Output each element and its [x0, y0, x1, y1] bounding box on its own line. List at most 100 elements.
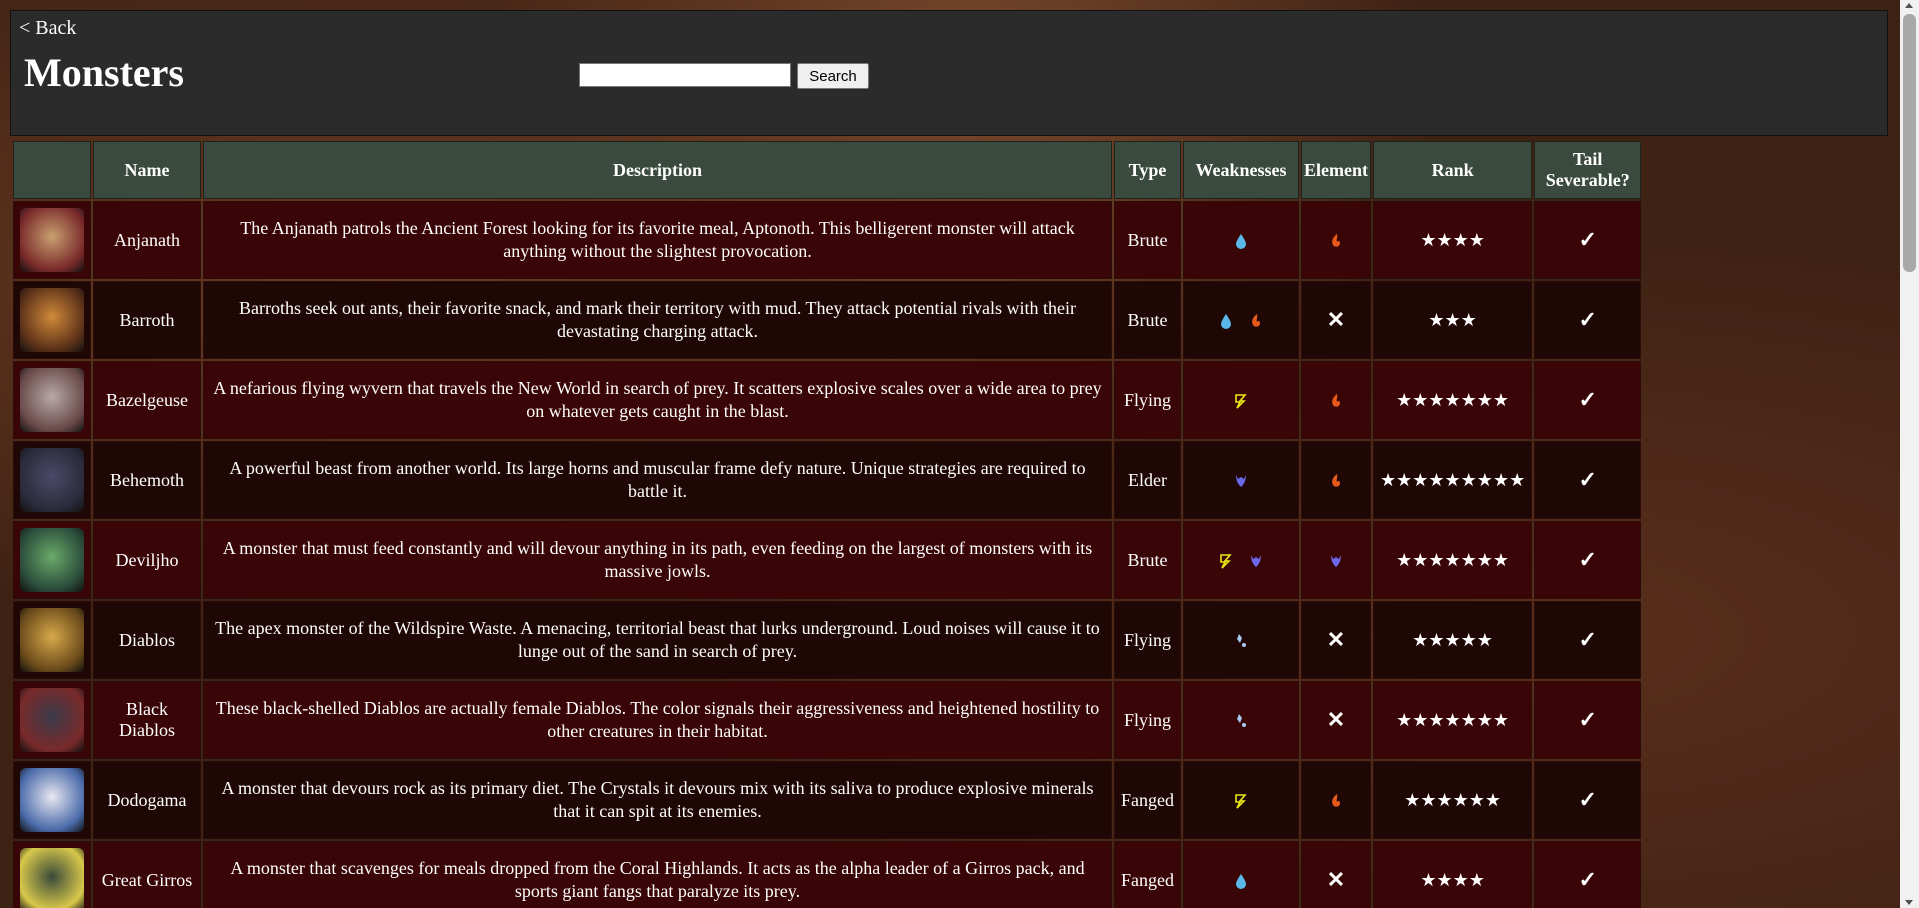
- table-row[interactable]: Diablos The apex monster of the Wildspire…: [13, 601, 1642, 679]
- monster-weaknesses: [1183, 841, 1299, 908]
- monster-rank: ★★★★★★★: [1372, 521, 1533, 599]
- monster-rank: ★★★★: [1372, 201, 1533, 279]
- monster-name: Dodogama: [93, 761, 201, 839]
- table-row[interactable]: Great Girros A monster that scavenges for…: [13, 841, 1642, 908]
- monster-rank: ★★★★★★: [1372, 761, 1533, 839]
- monster-description: The Anjanath patrols the Ancient Forest …: [203, 201, 1112, 279]
- scroll-up-arrow-icon[interactable]: [1905, 3, 1913, 8]
- page: < Back Monsters Search Name Description …: [0, 0, 1900, 908]
- monster-icon-cell: [13, 601, 91, 679]
- scroll-down-arrow-icon[interactable]: [1905, 900, 1913, 905]
- monster-icon-cell: [13, 361, 91, 439]
- monster-type: Flying: [1114, 681, 1181, 759]
- monster-weaknesses: [1183, 681, 1299, 759]
- header-tail: Tail Severable?: [1534, 141, 1642, 199]
- monster-type: Elder: [1114, 441, 1181, 519]
- table-row[interactable]: Anjanath The Anjanath patrols the Ancient…: [13, 201, 1642, 279]
- monster-icon: [20, 848, 84, 908]
- header-rank: Rank: [1372, 141, 1533, 199]
- check-icon: ✓: [1578, 227, 1597, 252]
- check-icon: ✓: [1578, 387, 1597, 412]
- monster-element: ✕: [1301, 841, 1371, 908]
- fire-icon: [1332, 474, 1340, 488]
- monster-name: Deviljho: [93, 521, 201, 599]
- table-row[interactable]: Behemoth A powerful beast from another wo…: [13, 441, 1642, 519]
- table-row[interactable]: Deviljho A monster that must feed constan…: [13, 521, 1642, 599]
- check-icon: ✓: [1578, 307, 1597, 332]
- monster-rank: ★★★★★: [1372, 601, 1533, 679]
- scrollbar[interactable]: [1900, 0, 1919, 908]
- no-element-icon: ✕: [1326, 707, 1346, 732]
- monster-tail-severable: ✓: [1534, 201, 1642, 279]
- check-icon: ✓: [1578, 867, 1597, 892]
- monster-description: Barroths seek out ants, their favorite s…: [203, 281, 1112, 359]
- monster-icon: [20, 368, 84, 432]
- ice-icon: [1237, 714, 1246, 728]
- monster-rank: ★★★★★★★: [1372, 681, 1533, 759]
- no-element-icon: ✕: [1326, 627, 1346, 652]
- monster-name: Bazelgeuse: [93, 361, 201, 439]
- check-icon: ✓: [1578, 707, 1597, 732]
- check-icon: ✓: [1578, 467, 1597, 492]
- monster-rank: ★★★★: [1372, 841, 1533, 908]
- monster-tail-severable: ✓: [1534, 361, 1642, 439]
- monster-description: These black-shelled Diablos are actually…: [203, 681, 1112, 759]
- monster-icon: [20, 768, 84, 832]
- monster-weaknesses: [1183, 281, 1299, 359]
- dragon-icon: [1251, 555, 1261, 568]
- monster-tail-severable: ✓: [1534, 441, 1642, 519]
- thunder-icon: [1235, 394, 1247, 409]
- monster-element: ✕: [1301, 601, 1371, 679]
- monster-weaknesses: [1183, 521, 1299, 599]
- monster-icon-cell: [13, 521, 91, 599]
- monster-icon: [20, 448, 84, 512]
- header-description: Description: [203, 141, 1112, 199]
- monster-name: Behemoth: [93, 441, 201, 519]
- table-row[interactable]: Barroth Barroths seek out ants, their fav…: [13, 281, 1642, 359]
- monster-tail-severable: ✓: [1534, 521, 1642, 599]
- monster-element: ✕: [1301, 281, 1371, 359]
- fire-icon: [1252, 314, 1260, 328]
- fire-icon: [1332, 794, 1340, 808]
- dragon-icon: [1330, 555, 1341, 568]
- monster-icon: [20, 528, 84, 592]
- monster-tail-severable: ✓: [1534, 681, 1642, 759]
- monster-description: A nefarious flying wyvern that travels t…: [203, 361, 1112, 439]
- header-type: Type: [1114, 141, 1181, 199]
- monster-tail-severable: ✓: [1534, 841, 1642, 908]
- monster-description: A monster that scavenges for meals dropp…: [203, 841, 1112, 908]
- monster-element: [1301, 361, 1371, 439]
- table-row[interactable]: Black Diablos These black-shelled Diablos…: [13, 681, 1642, 759]
- monster-type: Flying: [1114, 361, 1181, 439]
- monster-element: [1301, 201, 1371, 279]
- monster-description: A powerful beast from another world. Its…: [203, 441, 1112, 519]
- thunder-icon: [1220, 554, 1232, 569]
- table-row[interactable]: Bazelgeuse A nefarious flying wyvern that…: [13, 361, 1642, 439]
- table-row[interactable]: Dodogama A monster that devours rock as i…: [13, 761, 1642, 839]
- monster-tail-severable: ✓: [1534, 761, 1642, 839]
- table-header-row: Name Description Type Weaknesses Element…: [13, 141, 1642, 199]
- monster-type: Fanged: [1114, 841, 1181, 908]
- dragon-icon: [1236, 475, 1246, 488]
- back-link[interactable]: < Back: [19, 17, 76, 40]
- monster-name: Barroth: [93, 281, 201, 359]
- monster-weaknesses: [1183, 201, 1299, 279]
- monster-name: Black Diablos: [93, 681, 201, 759]
- monster-description: A monster that devours rock as its prima…: [203, 761, 1112, 839]
- monster-icon-cell: [13, 441, 91, 519]
- monster-element: ✕: [1301, 681, 1371, 759]
- check-icon: ✓: [1578, 627, 1597, 652]
- monster-icon: [20, 288, 84, 352]
- scroll-thumb[interactable]: [1903, 14, 1916, 272]
- search-button[interactable]: Search: [797, 63, 869, 89]
- monster-rank: ★★★★★★★★★: [1372, 441, 1533, 519]
- monster-tail-severable: ✓: [1534, 601, 1642, 679]
- search-input[interactable]: [579, 63, 791, 87]
- monster-icon: [20, 208, 84, 272]
- monster-icon: [20, 688, 84, 752]
- page-header: < Back Monsters Search: [10, 10, 1888, 136]
- fire-icon: [1332, 234, 1340, 248]
- monster-name: Diablos: [93, 601, 201, 679]
- header-name: Name: [93, 141, 201, 199]
- ice-icon: [1237, 634, 1246, 648]
